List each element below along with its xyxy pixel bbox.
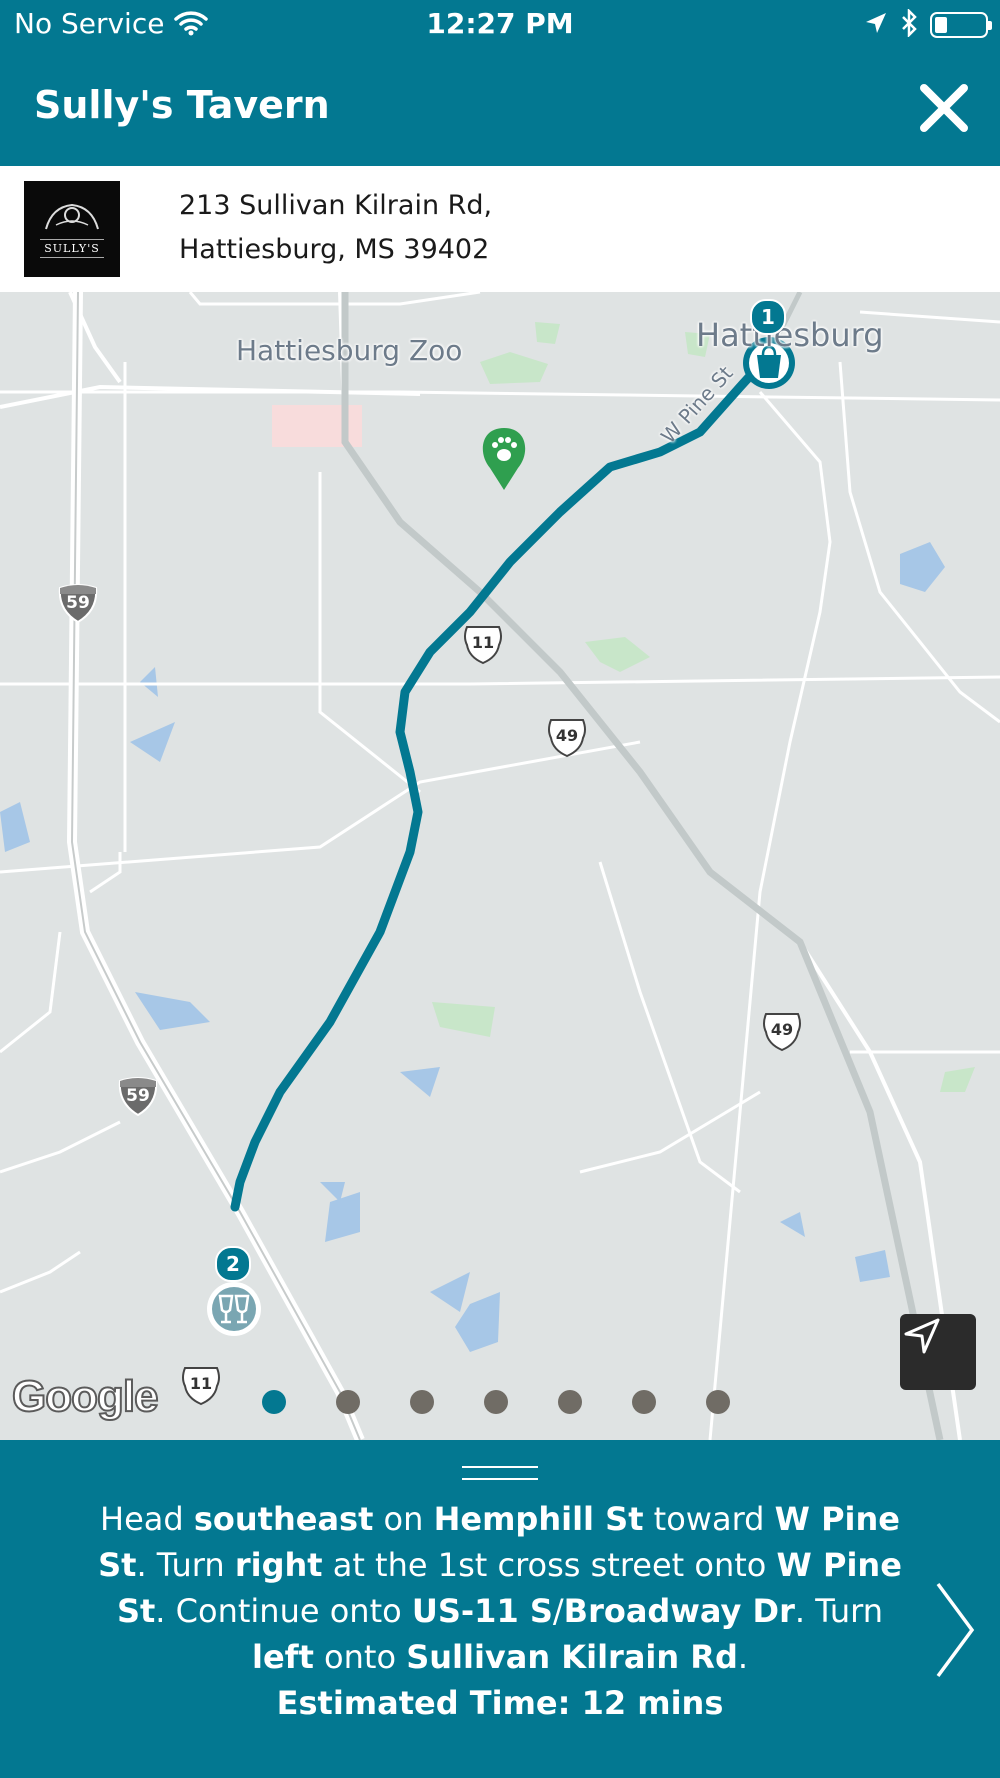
direction-segment: southeast: [193, 1500, 374, 1538]
directions-panel: Head southeast on Hemphill St toward W P…: [0, 1440, 1000, 1778]
direction-segment: at the 1st cross street onto: [322, 1546, 777, 1584]
shield-label: 49: [555, 726, 579, 745]
interstate-59-shield: 59: [116, 1075, 160, 1117]
map-canvas[interactable]: [0, 292, 1000, 1440]
logo-ornament-icon: [45, 203, 99, 229]
shield-label: 11: [189, 1374, 213, 1393]
end-number-badge: 2: [215, 1246, 251, 1282]
direction-segment: onto: [313, 1638, 407, 1676]
shield-label: 11: [471, 633, 495, 652]
us-49-shield: 49: [545, 716, 589, 758]
map-view[interactable]: Hattiesburg Zoo Hattiesburg W Pine St 1 …: [0, 292, 1000, 1440]
directions-instructions: Head southeast on Hemphill St toward W P…: [98, 1500, 902, 1676]
page-dot[interactable]: [706, 1390, 730, 1414]
direction-segment: . Turn: [794, 1592, 884, 1630]
address-line-2: Hattiesburg, MS 39402: [179, 234, 490, 265]
page-indicator[interactable]: [262, 1390, 730, 1414]
drag-handle[interactable]: [462, 1466, 538, 1480]
header-bar: Sully's Tavern: [0, 48, 1000, 166]
direction-segment: US-11 S: [411, 1592, 553, 1630]
direction-segment: Head: [100, 1500, 194, 1538]
page-dot[interactable]: [558, 1390, 582, 1414]
page-dot[interactable]: [410, 1390, 434, 1414]
address-line-1: 213 Sullivan Kilrain Rd,: [179, 190, 493, 221]
direction-segment: Sullivan Kilrain Rd: [406, 1638, 738, 1676]
destination-marker[interactable]: [207, 1282, 261, 1336]
status-bar: No Service 12:27 PM: [0, 0, 1000, 48]
direction-segment: Broadway Dr: [563, 1592, 795, 1630]
direction-segment: .: [737, 1638, 749, 1676]
shield-label: 59: [126, 1086, 150, 1106]
logo-text: SULLY'S: [40, 238, 104, 258]
navigation-arrow-icon: [904, 1318, 940, 1354]
us-11-shield: 11: [179, 1364, 223, 1406]
recenter-location-button[interactable]: [900, 1314, 976, 1390]
page-dot[interactable]: [262, 1390, 286, 1414]
direction-segment: Hemphill St: [433, 1500, 644, 1538]
venue-logo: SULLY'S: [24, 181, 120, 277]
shield-label: 49: [770, 1020, 794, 1039]
status-time: 12:27 PM: [426, 7, 574, 40]
battery-level: [935, 17, 947, 33]
estimated-time: Estimated Time: 12 mins: [276, 1684, 724, 1722]
city-label: Hattiesburg: [696, 316, 884, 354]
venue-title: Sully's Tavern: [34, 83, 330, 127]
location-arrow-icon: [864, 11, 888, 39]
venue-address[interactable]: 213 Sullivan Kilrain Rd, Hattiesburg, MS…: [179, 184, 492, 272]
directions-text: Head southeast on Hemphill St toward W P…: [90, 1496, 910, 1726]
direction-segment: /: [552, 1592, 564, 1630]
direction-segment: right: [234, 1546, 323, 1584]
chevron-right-icon: [936, 1582, 975, 1678]
close-button[interactable]: [918, 82, 970, 134]
interstate-59-shield: 59: [56, 582, 100, 624]
direction-segment: toward: [643, 1500, 775, 1538]
direction-segment: . Continue onto: [155, 1592, 412, 1630]
us-11-shield: 11: [461, 623, 505, 665]
page-dot[interactable]: [484, 1390, 508, 1414]
page-dot[interactable]: [336, 1390, 360, 1414]
start-number-badge: 1: [750, 299, 786, 335]
direction-segment: on: [373, 1500, 434, 1538]
next-step-button[interactable]: [932, 1580, 978, 1680]
direction-segment: left: [251, 1638, 314, 1676]
shield-label: 59: [66, 593, 90, 613]
battery-icon: [930, 12, 992, 38]
page-dot[interactable]: [632, 1390, 656, 1414]
us-49-shield: 49: [760, 1010, 804, 1052]
direction-segment: . Turn: [136, 1546, 235, 1584]
address-card: SULLY'S 213 Sullivan Kilrain Rd, Hatties…: [0, 166, 1000, 292]
shopping-bag-icon: [757, 355, 781, 378]
zoo-label: Hattiesburg Zoo: [236, 334, 463, 367]
bluetooth-icon: [900, 7, 918, 41]
google-attribution-logo[interactable]: Google: [11, 1371, 160, 1422]
close-icon: [920, 84, 968, 132]
